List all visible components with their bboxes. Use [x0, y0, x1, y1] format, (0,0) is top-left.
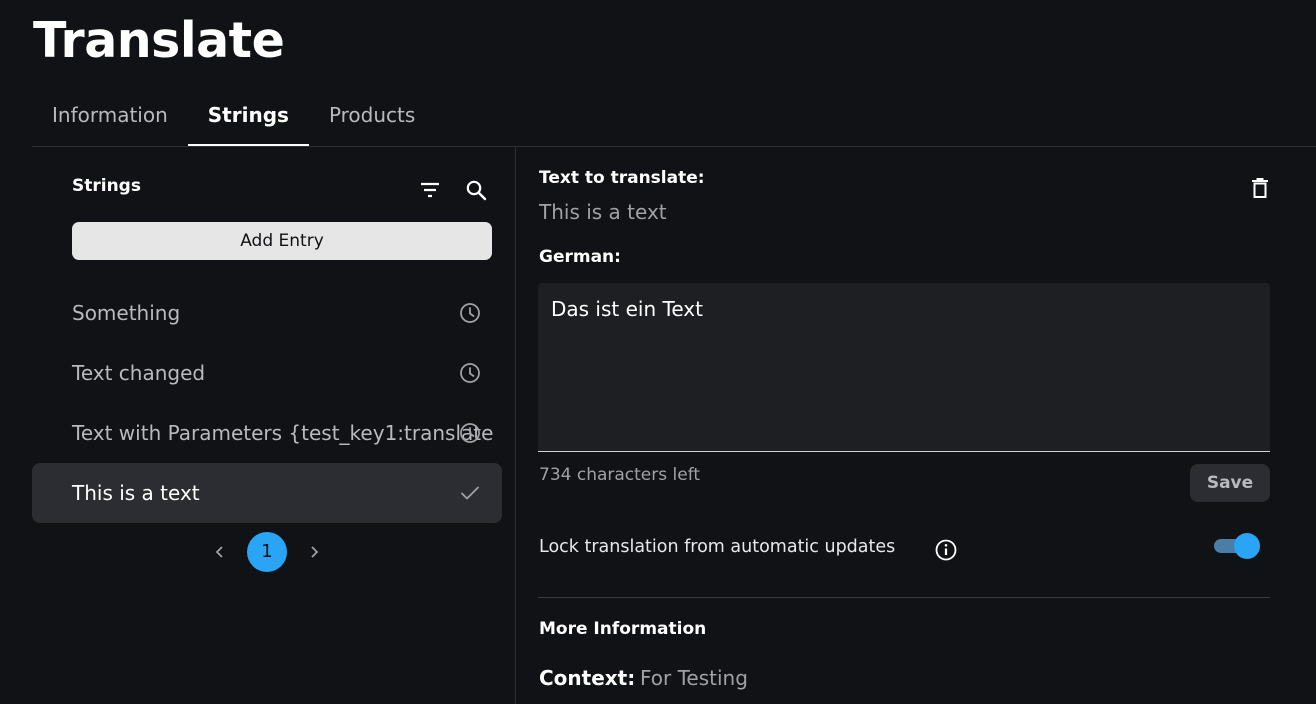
chevron-left-icon: [215, 546, 223, 558]
string-list-item-selected[interactable]: This is a text: [32, 463, 502, 523]
tab-bar: Information Strings Products: [32, 86, 435, 146]
translation-input[interactable]: [538, 283, 1270, 452]
pagination: 1: [205, 532, 330, 572]
string-item-label: Text with Parameters {test_key1:translat…: [72, 421, 494, 445]
string-list-item[interactable]: Something: [32, 283, 502, 343]
clock-icon: [460, 423, 480, 443]
next-page-button[interactable]: [302, 540, 326, 564]
string-list-item[interactable]: Text changed: [32, 343, 502, 403]
target-language-label: German:: [539, 247, 621, 267]
string-list: Something Text changed Text with Paramet…: [32, 283, 502, 523]
lock-translation-label: Lock translation from automatic updates: [539, 537, 896, 557]
column-divider: [515, 147, 516, 704]
filter-button[interactable]: [414, 174, 446, 206]
chevron-right-icon: [311, 546, 319, 558]
string-list-item[interactable]: Text with Parameters {test_key1:translat…: [32, 403, 502, 463]
tab-products[interactable]: Products: [309, 86, 435, 146]
clock-icon: [460, 303, 480, 323]
search-icon: [466, 180, 487, 201]
tab-information[interactable]: Information: [32, 86, 188, 146]
info-icon[interactable]: [934, 538, 958, 562]
check-icon: [461, 486, 479, 500]
context-value: For Testing: [640, 666, 748, 690]
translate-page: Translate Information Strings Products S…: [0, 0, 1316, 704]
more-information-heading: More Information: [539, 619, 707, 639]
page-number-button[interactable]: 1: [247, 532, 287, 572]
tab-strings[interactable]: Strings: [187, 86, 310, 146]
toggle-thumb: [1234, 533, 1260, 559]
source-text: This is a text: [539, 200, 667, 224]
string-item-label: Text changed: [72, 361, 206, 385]
string-item-label: This is a text: [72, 481, 200, 505]
lock-translation-toggle[interactable]: [1212, 532, 1260, 560]
save-button[interactable]: Save: [1190, 464, 1270, 502]
clock-icon: [460, 363, 480, 383]
filter-icon: [421, 182, 439, 198]
tabs-divider: [32, 146, 1316, 147]
section-divider: [538, 597, 1270, 598]
add-entry-button[interactable]: Add Entry: [72, 222, 492, 260]
string-item-label: Something: [72, 301, 181, 325]
source-label: Text to translate:: [539, 168, 705, 188]
characters-left: 734 characters left: [539, 465, 701, 485]
trash-icon: [1252, 178, 1268, 198]
delete-button[interactable]: [1244, 172, 1276, 204]
page-title: Translate: [33, 12, 285, 69]
previous-page-button[interactable]: [208, 540, 232, 564]
search-button[interactable]: [460, 174, 492, 206]
context-label: Context:: [539, 666, 636, 690]
strings-heading: Strings: [72, 176, 141, 196]
